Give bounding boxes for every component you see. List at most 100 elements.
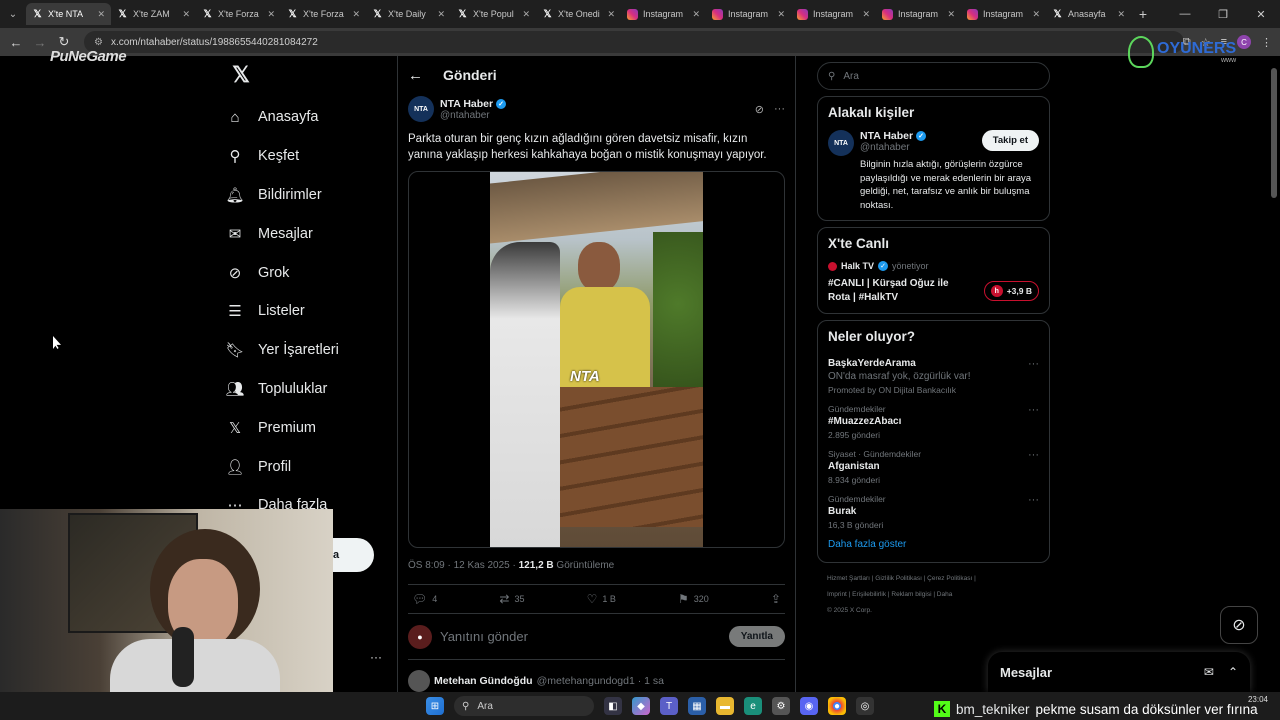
menu-icon[interactable]: ⋮: [1261, 36, 1272, 49]
browser-tab[interactable]: 𝕏 X'te Onedi ✕: [536, 3, 621, 25]
tweet-media[interactable]: NTA: [408, 171, 785, 548]
nav-item-bell[interactable]: 🔔︎ Bildirimler: [220, 176, 390, 215]
browser-tab[interactable]: 𝕏 X'te Daily ✕: [366, 3, 451, 25]
related-name[interactable]: NTA Haber: [860, 130, 913, 142]
tweet-video[interactable]: NTA: [490, 172, 703, 547]
close-tab-icon[interactable]: ✕: [947, 9, 955, 20]
nav-item-x-premium[interactable]: 𝕏 Premium: [220, 408, 390, 447]
browser-tab[interactable]: 𝕏 X'te ZAM ✕: [111, 3, 196, 25]
copilot-icon[interactable]: ◆: [632, 697, 650, 715]
browser-tab[interactable]: 𝕏 X'te Forza ✕: [281, 3, 366, 25]
close-tab-icon[interactable]: ✕: [97, 9, 105, 20]
settings-icon[interactable]: ⚙: [772, 697, 790, 715]
more-options-icon[interactable]: ···: [774, 103, 785, 116]
new-message-icon[interactable]: ✉: [1204, 665, 1214, 679]
nav-item-list[interactable]: ☰ Listeler: [220, 292, 390, 331]
close-tab-icon[interactable]: ✕: [777, 9, 785, 20]
close-tab-icon[interactable]: ✕: [1032, 9, 1040, 20]
browser-tab[interactable]: Instagram ✕: [961, 3, 1046, 25]
maximize-icon[interactable]: ❐: [1204, 8, 1242, 21]
grok-fab-icon[interactable]: ⊘: [1220, 606, 1258, 644]
author-name[interactable]: NTA Haber: [440, 98, 493, 110]
trend-item[interactable]: Gündemdekiler Burak 16,3 B gönderi ···: [828, 494, 1039, 530]
chrome-icon[interactable]: ●: [828, 697, 846, 715]
browser-tab[interactable]: Instagram ✕: [621, 3, 706, 25]
live-listeners-badge[interactable]: h +3,9 B: [983, 281, 1039, 301]
reply-author-name[interactable]: Metehan Gündoğdu: [434, 675, 533, 687]
back-arrow-icon[interactable]: ←: [408, 67, 423, 84]
tab-search-icon[interactable]: ⌄: [0, 0, 26, 28]
nav-item-search[interactable]: ⚲ Keşfet: [220, 137, 390, 176]
reply-input[interactable]: Yanıtını gönder: [440, 629, 721, 644]
author-avatar[interactable]: NTA: [408, 96, 434, 122]
repost-action[interactable]: ⇄ 35: [499, 592, 524, 606]
folder-icon[interactable]: ▬: [716, 697, 734, 715]
browser-tab[interactable]: 𝕏 X'te Popul ✕: [451, 3, 536, 25]
nav-item-envelope[interactable]: ✉ Mesajlar: [220, 214, 390, 253]
browser-tab[interactable]: 𝕏 X'te NTA ✕: [26, 3, 111, 25]
close-tab-icon[interactable]: ✕: [352, 9, 360, 20]
close-tab-icon[interactable]: ✕: [607, 9, 615, 20]
new-tab-button[interactable]: +: [1131, 6, 1155, 22]
close-tab-icon[interactable]: ✕: [437, 9, 445, 20]
scroll-thumb[interactable]: [1271, 68, 1277, 198]
tweet-time[interactable]: ÖS 8:09 · 12 Kas 2025 ·: [408, 560, 519, 571]
edge-icon[interactable]: e: [744, 697, 762, 715]
trend-item[interactable]: Siyaset · Gündemdekiler Afganistan 8.934 g…: [828, 449, 1039, 485]
taskview-icon[interactable]: ◧: [604, 697, 622, 715]
nav-item-profile[interactable]: 👤︎ Profil: [220, 447, 390, 486]
grok-icon[interactable]: ⊘: [755, 103, 764, 116]
forward-icon[interactable]: →: [28, 35, 52, 50]
teams-icon[interactable]: T: [660, 697, 678, 715]
reply-action[interactable]: 💬︎ 4: [412, 592, 437, 606]
author-handle[interactable]: @ntahaber: [440, 110, 755, 121]
share-action[interactable]: ⇪: [771, 592, 781, 606]
close-tab-icon[interactable]: ✕: [862, 9, 870, 20]
nav-item-communities[interactable]: 👥︎ Topluluklar: [220, 370, 390, 409]
close-window-icon[interactable]: ✕: [1242, 8, 1280, 21]
trend-item[interactable]: Gündemdekiler #MuazzezAbacı 2.895 gönderi ·…: [828, 404, 1039, 440]
post-button-partial[interactable]: a: [333, 538, 374, 572]
browser-tab[interactable]: Instagram ✕: [791, 3, 876, 25]
browser-tab[interactable]: Instagram ✕: [876, 3, 961, 25]
minimize-icon[interactable]: —: [1166, 8, 1204, 20]
more-options-icon[interactable]: ···: [1028, 494, 1039, 506]
site-info-icon[interactable]: ⚙: [94, 37, 103, 48]
close-tab-icon[interactable]: ✕: [267, 9, 275, 20]
expand-icon[interactable]: ⌃: [1228, 665, 1238, 679]
taskbar-search[interactable]: ⚲ Ara: [454, 696, 594, 716]
profile-avatar[interactable]: C: [1237, 35, 1251, 49]
show-more-link[interactable]: Daha fazla göster: [828, 539, 1039, 550]
url-field[interactable]: ⚙ x.com/ntahaber/status/1988655440281084…: [84, 31, 1184, 53]
close-tab-icon[interactable]: ✕: [182, 9, 190, 20]
account-more-icon[interactable]: ···: [370, 650, 382, 664]
bookmark-action[interactable]: ⚑ 320: [678, 592, 709, 606]
more-options-icon[interactable]: ···: [1028, 358, 1039, 370]
search-input[interactable]: ⚲ Ara: [817, 62, 1050, 90]
trend-item[interactable]: BaşkaYerdeArama ON'da masraf yok, özgürlü…: [828, 358, 1039, 395]
reply-author-avatar[interactable]: [408, 670, 430, 692]
more-options-icon[interactable]: ···: [1028, 404, 1039, 416]
related-avatar[interactable]: NTA: [828, 130, 854, 156]
x-logo-icon[interactable]: 𝕏: [226, 60, 256, 90]
close-tab-icon[interactable]: ✕: [1117, 9, 1125, 20]
discord-icon[interactable]: ◉: [800, 697, 818, 715]
browser-tab[interactable]: Instagram ✕: [706, 3, 791, 25]
live-stream-title[interactable]: #CANLI | Kürşad Oğuz ile Rota | #HalkTV: [828, 277, 973, 305]
close-tab-icon[interactable]: ✕: [692, 9, 700, 20]
nav-item-home[interactable]: ⌂ Anasayfa: [220, 98, 390, 137]
store-icon[interactable]: ▦: [688, 697, 706, 715]
browser-tab[interactable]: 𝕏 X'te Forza ✕: [196, 3, 281, 25]
back-icon[interactable]: ←: [4, 35, 28, 50]
more-options-icon[interactable]: ···: [1028, 449, 1039, 461]
obs-icon[interactable]: ◎: [856, 697, 874, 715]
browser-tab[interactable]: 𝕏 Anasayfa ✕: [1046, 3, 1131, 25]
windows-start-icon[interactable]: ⊞: [426, 697, 444, 715]
nav-item-bookmark[interactable]: 🔖︎ Yer İşaretleri: [220, 331, 390, 370]
nav-item-grok[interactable]: ⊘ Grok: [220, 253, 390, 292]
follow-button[interactable]: Takip et: [981, 130, 1039, 151]
like-action[interactable]: ♡ 1 B: [587, 592, 616, 606]
messages-drawer[interactable]: Mesajlar ✉ ⌃: [988, 652, 1250, 692]
page-scrollbar[interactable]: [1270, 58, 1278, 698]
live-stream[interactable]: #CANLI | Kürşad Oğuz ile Rota | #HalkTV …: [828, 277, 1039, 305]
